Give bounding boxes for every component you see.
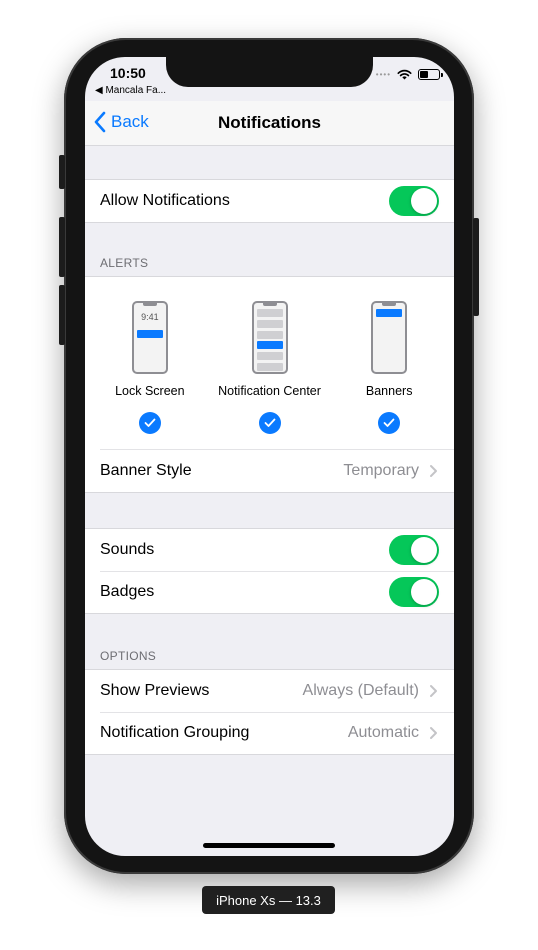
chevron-right-icon [430,727,437,739]
alert-style-picker: 9:41 Lock Screen Notification Center Ban… [85,277,454,449]
notification-center-preview-icon [251,301,288,374]
badges-row: Badges [85,571,454,613]
banners-preview-icon [371,301,408,374]
badges-label: Badges [100,583,155,600]
status-back-to-app[interactable]: ◀ Mancala Fa... [95,85,166,96]
notification-center-checkmark-icon[interactable] [258,412,281,434]
device-label: iPhone Xs — 13.3 [202,886,335,914]
lock-screen-label: Lock Screen [115,384,185,398]
options-group: Show Previews Always (Default) Notificat… [85,669,454,755]
alert-option-lock-screen[interactable]: 9:41 Lock Screen [90,277,210,449]
lock-screen-preview-icon: 9:41 [131,301,168,374]
battery-icon [418,69,443,80]
notch [166,57,373,87]
sounds-badges-group: Sounds Badges [85,528,454,614]
lock-screen-checkmark-icon[interactable] [138,412,161,434]
page-title: Notifications [218,113,321,132]
notification-grouping-value: Automatic [347,724,419,741]
toggle-knob [411,579,437,605]
navigation-bar: Back Notifications [85,101,454,146]
banner-style-value: Temporary [343,462,419,479]
volume-up-button [59,217,65,277]
screen: 10:50 ◀ Mancala Fa... •••• Back Notifica… [85,57,454,856]
notification-grouping-label: Notification Grouping [100,724,250,741]
power-button [473,218,479,316]
banner-style-label: Banner Style [100,462,192,479]
badges-toggle[interactable] [389,577,439,607]
signal-dots-icon: •••• [375,70,391,79]
alert-option-banners[interactable]: Banners [329,277,449,449]
notification-center-label: Notification Center [218,384,321,398]
banners-checkmark-icon[interactable] [378,412,401,434]
show-previews-row[interactable]: Show Previews Always (Default) [85,670,454,712]
show-previews-label: Show Previews [100,682,210,699]
allow-notifications-label: Allow Notifications [100,192,230,209]
toggle-knob [411,188,437,214]
status-time: 10:50 [110,65,146,81]
sounds-toggle[interactable] [389,535,439,565]
alerts-section-header: ALERTS [100,256,149,270]
alert-option-notification-center[interactable]: Notification Center [210,277,330,449]
toggle-knob [411,537,437,563]
wifi-icon [397,69,412,80]
banners-label: Banners [365,384,413,398]
alerts-group: 9:41 Lock Screen Notification Center Ban… [85,276,454,493]
chevron-right-icon [430,685,437,697]
sounds-row: Sounds [85,529,454,571]
notification-grouping-row[interactable]: Notification Grouping Automatic [85,712,454,754]
show-previews-value: Always (Default) [302,682,419,699]
allow-notifications-row: Allow Notifications [85,180,454,222]
chevron-right-icon [430,465,437,477]
options-section-header: OPTIONS [100,649,157,663]
allow-notifications-toggle[interactable] [389,186,439,216]
home-indicator[interactable] [203,843,335,848]
sounds-label: Sounds [100,541,155,558]
lock-screen-preview-time: 9:41 [141,312,159,322]
allow-notifications-group: Allow Notifications [85,179,454,223]
banner-style-row[interactable]: Banner Style Temporary [100,449,454,492]
volume-down-button [59,285,65,345]
status-icons: •••• [375,69,443,80]
mute-switch [59,155,65,189]
